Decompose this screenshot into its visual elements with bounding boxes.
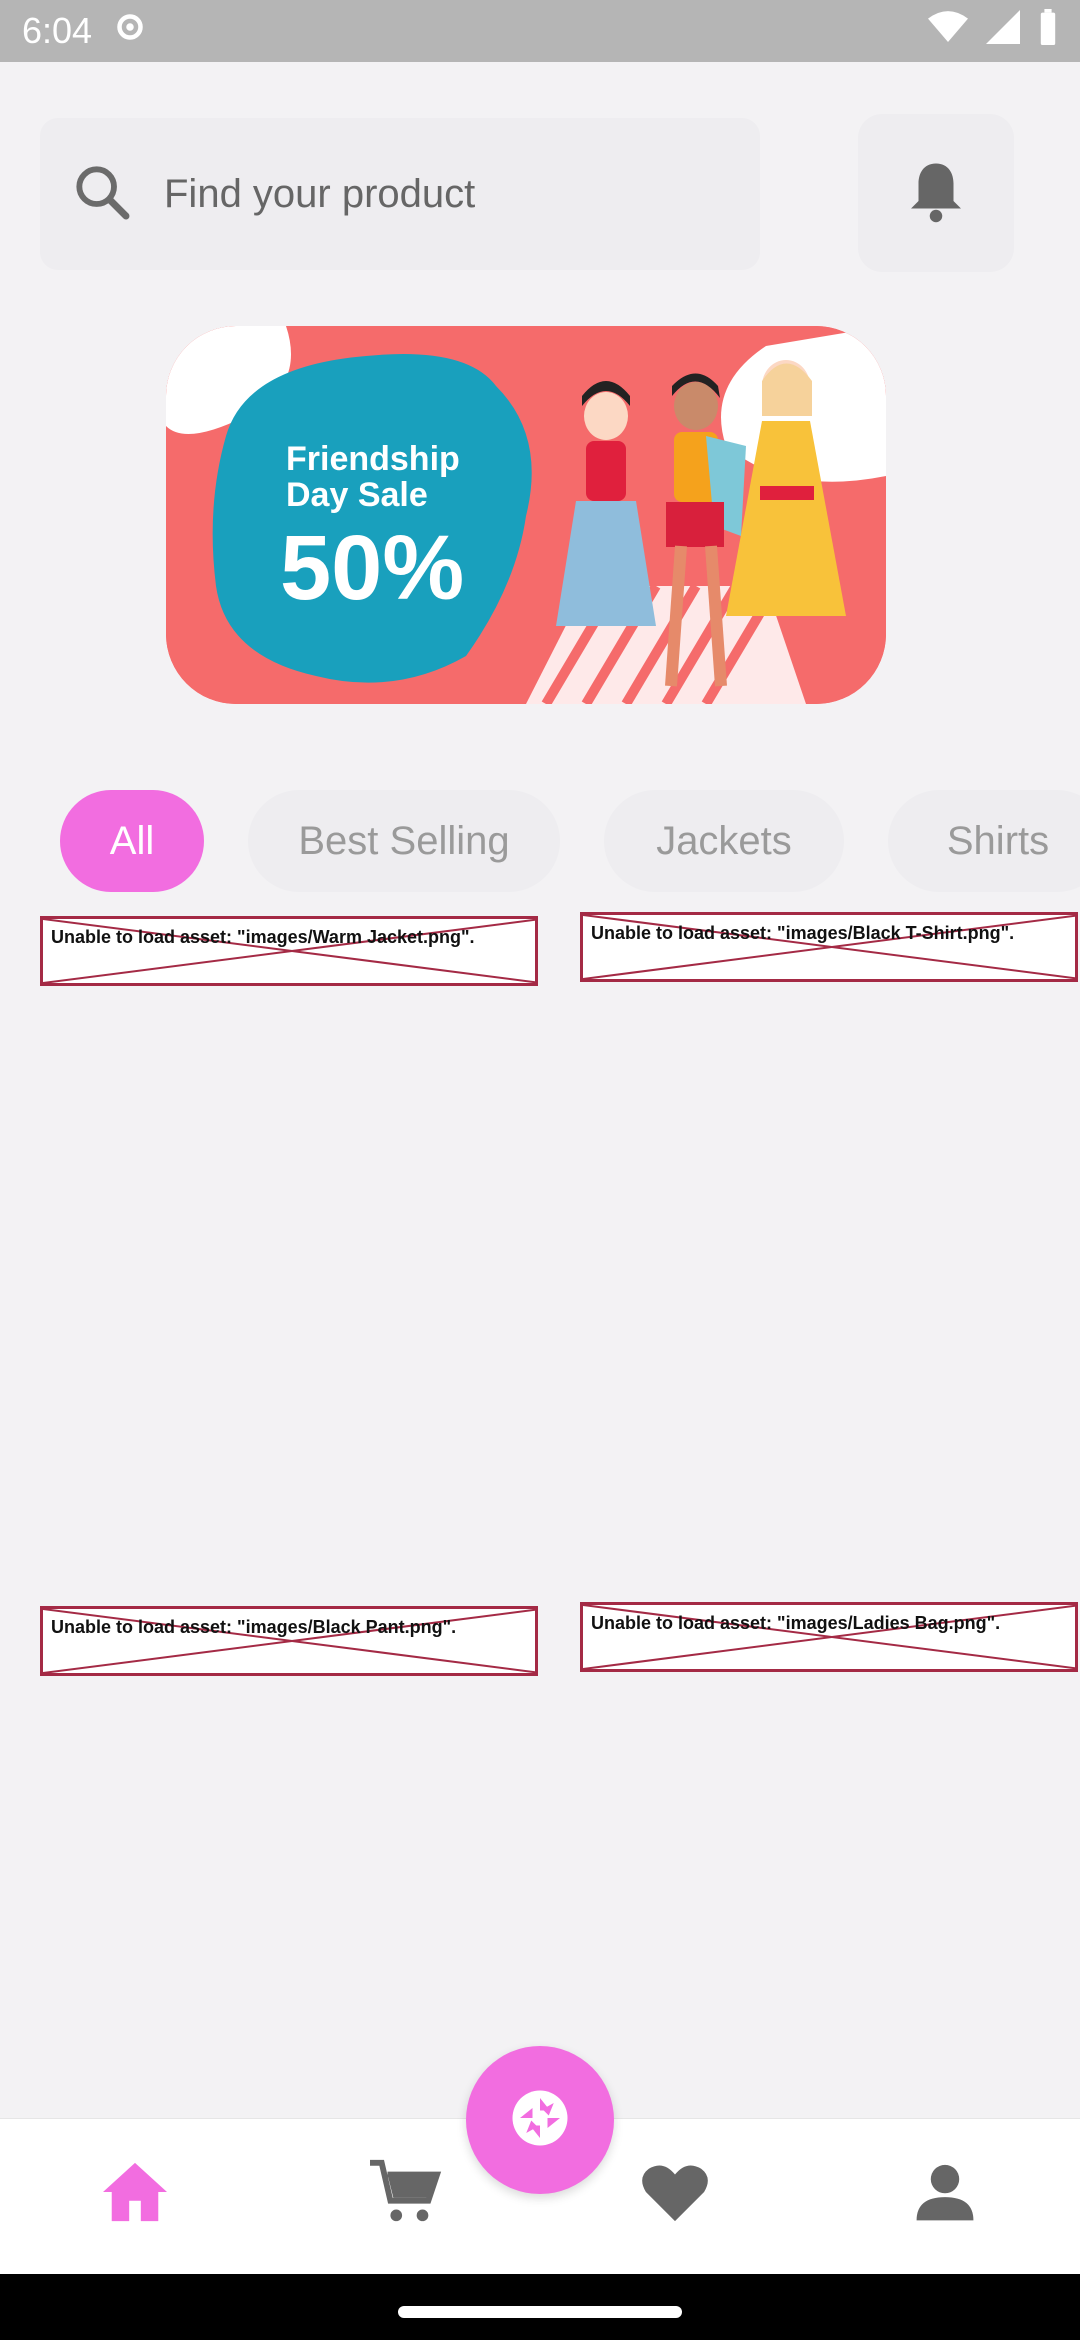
- product-card-image-error[interactable]: Unable to load asset: "images/Black T-Sh…: [580, 912, 1078, 982]
- notifications-button[interactable]: [858, 114, 1014, 272]
- image-error-text: Unable to load asset: "images/Warm Jacke…: [51, 927, 475, 947]
- banner-discount: 50%: [280, 517, 465, 619]
- banner-title-line1: Friendship: [286, 440, 460, 478]
- category-chips: All Best Selling Jackets Shirts: [0, 790, 1080, 894]
- battery-icon: [1038, 8, 1058, 54]
- promo-banner[interactable]: Friendship Day Sale 50%: [166, 326, 886, 704]
- banner-illustration: [166, 326, 886, 704]
- product-card-image-error[interactable]: Unable to load asset: "images/Black Pant…: [40, 1606, 538, 1676]
- search-bar[interactable]: [40, 118, 760, 270]
- signal-icon: [986, 9, 1020, 53]
- status-time: 6:04: [22, 10, 93, 51]
- home-gesture-handle[interactable]: [398, 2306, 682, 2318]
- product-card-image-error[interactable]: Unable to load asset: "images/Warm Jacke…: [40, 916, 538, 986]
- search-icon: [70, 160, 134, 229]
- status-bar: 6:04: [0, 0, 1080, 62]
- heart-icon: [640, 2160, 710, 2229]
- image-error-text: Unable to load asset: "images/Black Pant…: [51, 1617, 457, 1637]
- nav-home[interactable]: [90, 2149, 180, 2239]
- bell-icon: [906, 158, 966, 229]
- nav-profile[interactable]: [900, 2149, 990, 2239]
- product-card-image-error[interactable]: Unable to load asset: "images/Ladies Bag…: [580, 1602, 1078, 1672]
- profile-icon: [914, 2160, 976, 2229]
- chip-all[interactable]: All: [60, 790, 204, 892]
- settings-gear-icon: [112, 9, 148, 54]
- image-error-text: Unable to load asset: "images/Ladies Bag…: [591, 1613, 1001, 1633]
- chip-jackets[interactable]: Jackets: [604, 790, 844, 892]
- nav-cart[interactable]: [360, 2149, 450, 2239]
- nav-favorites[interactable]: [630, 2149, 720, 2239]
- camera-aperture-icon: [510, 2088, 570, 2153]
- image-error-text: Unable to load asset: "images/Black T-Sh…: [591, 923, 1015, 943]
- chip-shirts[interactable]: Shirts: [888, 790, 1080, 892]
- cart-icon: [366, 2157, 444, 2232]
- banner-title-line2: Day Sale: [286, 476, 428, 514]
- chip-best-selling[interactable]: Best Selling: [248, 790, 560, 892]
- search-input[interactable]: [164, 171, 724, 217]
- home-icon: [100, 2160, 170, 2229]
- wifi-icon: [928, 10, 968, 53]
- camera-fab-button[interactable]: [466, 2046, 614, 2194]
